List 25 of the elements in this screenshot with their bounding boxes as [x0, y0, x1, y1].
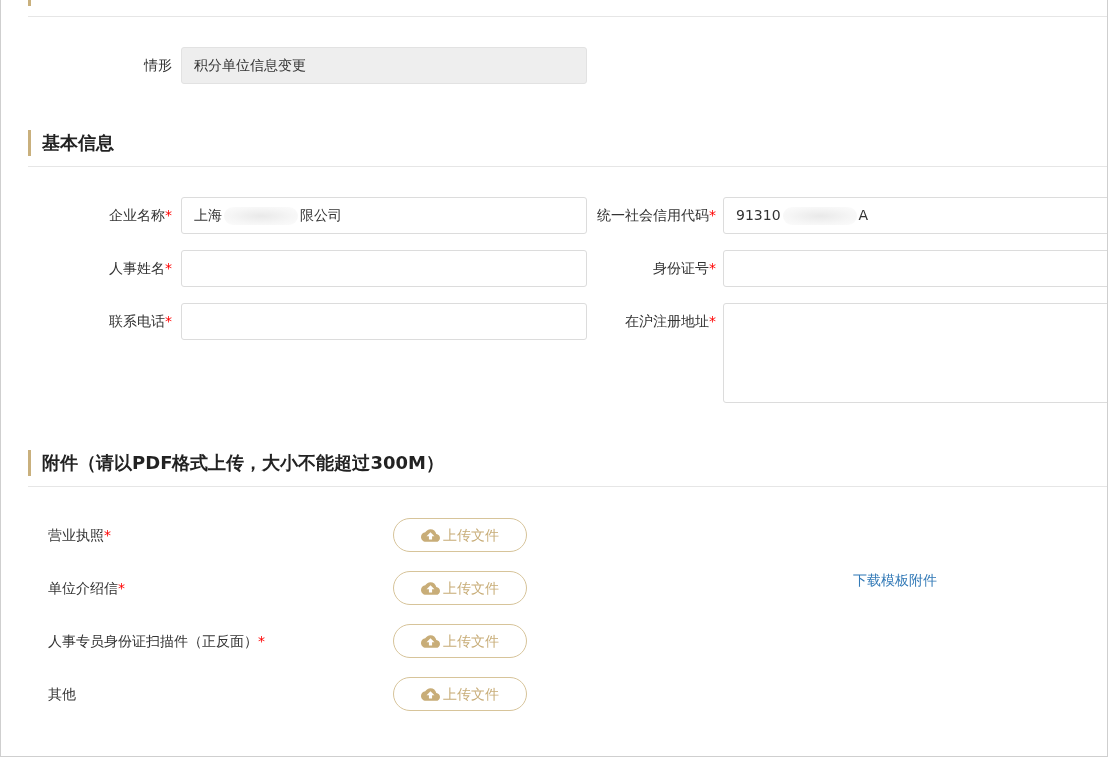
attachment-label: 单位介绍信*: [48, 579, 125, 596]
input-field[interactable]: 上海 限公司: [181, 197, 587, 234]
section-heading: 基本信息: [28, 130, 114, 156]
download-template-link[interactable]: 下载模板附件: [853, 572, 937, 588]
attachment-label: 人事专员身份证扫描件（正反面）*: [48, 632, 265, 649]
attachment-label: 营业执照*: [48, 526, 111, 543]
field-label: 身份证号*: [653, 260, 716, 276]
cloud-upload-icon: [421, 687, 440, 701]
field-label: 情形: [144, 57, 172, 73]
input-field[interactable]: 91310 A: [723, 197, 1107, 234]
field-label: 联系电话*: [109, 313, 172, 329]
section-heading-bar: [28, 0, 31, 6]
attachment-label: 其他: [48, 685, 76, 702]
input-field[interactable]: [723, 250, 1107, 287]
field-label: 统一社会信用代码*: [597, 207, 716, 223]
field-label: 企业名称*: [109, 207, 172, 223]
cloud-upload-icon: [421, 528, 440, 542]
input-field[interactable]: [181, 303, 587, 340]
textarea-field[interactable]: [723, 303, 1107, 403]
input-field[interactable]: [181, 250, 587, 287]
field-label: 在沪注册地址*: [625, 313, 716, 329]
cloud-upload-icon: [421, 634, 440, 648]
section-heading: 附件（请以PDF格式上传，大小不能超过300M）: [28, 450, 444, 476]
field-label: 人事姓名*: [109, 260, 172, 276]
cloud-upload-icon: [421, 581, 440, 595]
